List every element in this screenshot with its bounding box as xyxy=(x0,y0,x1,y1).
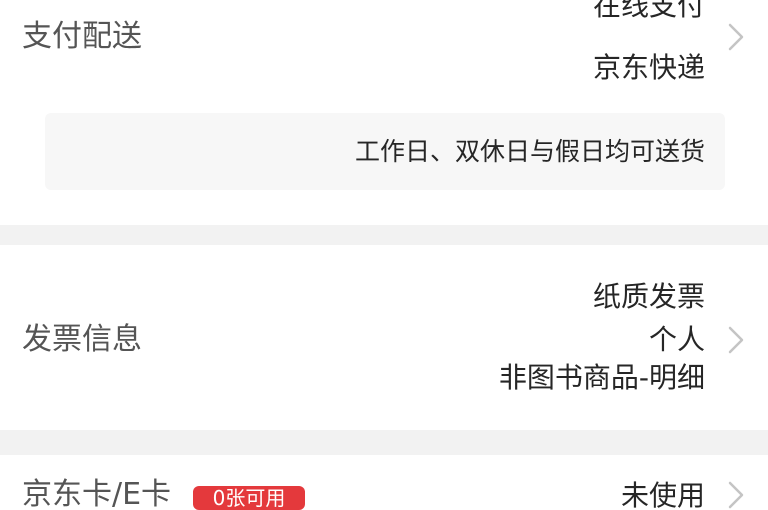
jd-card-row[interactable]: 京东卡/E卡 0张可用 未使用 xyxy=(0,455,768,510)
invoice-type-value: 纸质发票 xyxy=(592,280,705,313)
delivery-time-note: 工作日、双休日与假日均可送货 xyxy=(45,113,725,190)
chevron-right-icon-graphic xyxy=(728,326,744,354)
payment-method-value: 在线支付 xyxy=(592,0,705,22)
invoice-row[interactable]: 发票信息 纸质发票 个人 非图书商品-明细 xyxy=(0,245,768,430)
payment-delivery-label: 支付配送 xyxy=(22,19,142,54)
invoice-label: 发票信息 xyxy=(22,322,142,357)
chevron-right-icon-graphic xyxy=(728,23,744,51)
jd-card-usage-value: 未使用 xyxy=(620,479,705,510)
chevron-right-icon[interactable] xyxy=(726,480,746,510)
invoice-content-value: 非图书商品-明细 xyxy=(498,361,705,394)
delivery-time-note-text: 工作日、双休日与假日均可送货 xyxy=(354,137,705,166)
chevron-right-icon-graphic xyxy=(728,481,744,509)
chevron-right-icon[interactable] xyxy=(726,325,746,355)
chevron-right-icon[interactable] xyxy=(726,22,746,52)
available-count-badge: 0张可用 xyxy=(193,486,305,510)
section-divider xyxy=(0,225,768,245)
checkout-screen: 支付配送 在线支付 京东快递 工作日、双休日与假日均可送货 发票信息 纸质发票 … xyxy=(0,0,768,510)
invoice-title-value: 个人 xyxy=(648,323,705,356)
jd-card-label: 京东卡/E卡 xyxy=(22,477,172,510)
payment-delivery-row[interactable]: 支付配送 在线支付 京东快递 工作日、双休日与假日均可送货 xyxy=(0,0,768,225)
section-divider xyxy=(0,430,768,455)
delivery-method-value: 京东快递 xyxy=(592,51,705,84)
